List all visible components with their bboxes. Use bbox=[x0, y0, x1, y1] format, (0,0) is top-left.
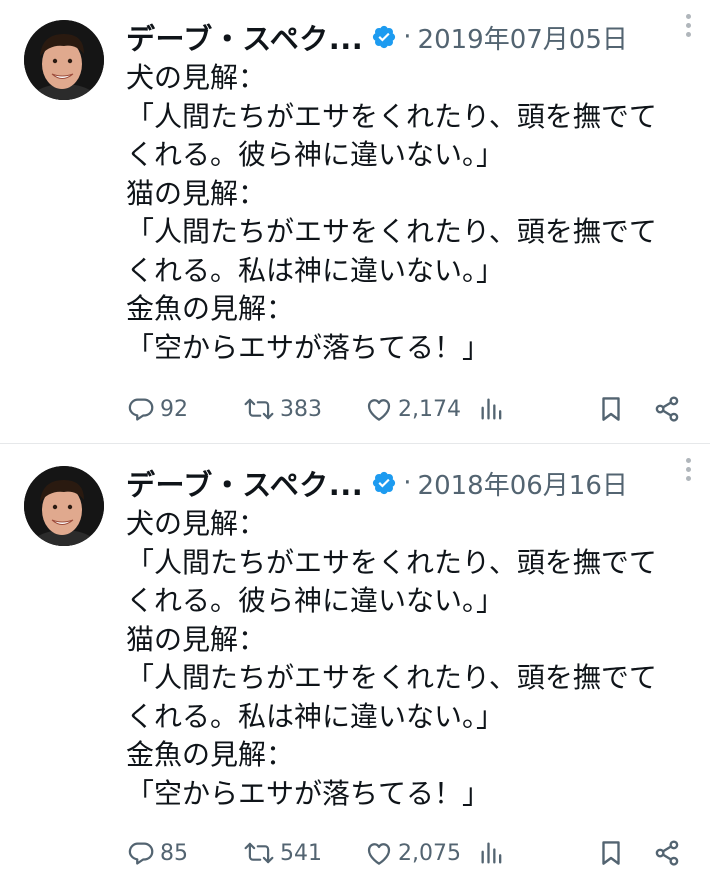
reply-button[interactable]: 85 bbox=[126, 831, 188, 875]
tweet-line: 「空からエサが落ちてる！」 bbox=[126, 776, 491, 810]
reply-button[interactable]: 92 bbox=[126, 387, 188, 431]
views-icon bbox=[481, 842, 502, 864]
tweet-text: 犬の見解： 「人間たちがエサをくれたり、頭を撫でて くれる。彼ら神に違いない。」… bbox=[126, 59, 696, 367]
tweet-line: 猫の見解： bbox=[126, 176, 267, 210]
tweet-content: デーブ・スペク... · 2018年06月16日 犬の見解： 「人間たちがエサを… bbox=[126, 460, 696, 813]
tweet-line: 犬の見解： bbox=[126, 507, 267, 540]
more-icon[interactable] bbox=[676, 454, 700, 484]
retweet-count: 383 bbox=[280, 396, 322, 422]
bookmark-icon bbox=[602, 397, 620, 421]
author-name[interactable]: デーブ・スペク... bbox=[126, 16, 363, 58]
tweet-line: 「人間たちがエサをくれたり、頭を撫でて bbox=[126, 661, 657, 694]
reply-icon bbox=[128, 398, 154, 421]
tweet-content: デーブ・スペク... · 2019年07月05日 犬の見解： 「人間たちがエサを… bbox=[126, 14, 696, 367]
retweet-count: 541 bbox=[280, 840, 322, 866]
tweet-line: 「人間たちがエサをくれたり、頭を撫でて bbox=[126, 215, 657, 248]
verified-badge-icon bbox=[371, 470, 397, 496]
reply-count: 85 bbox=[160, 840, 188, 866]
tweet-line: くれる。彼ら神に違いない。」 bbox=[126, 138, 505, 171]
tweet-text: 犬の見解： 「人間たちがエサをくれたり、頭を撫でて くれる。彼ら神に違いない。」… bbox=[126, 505, 696, 813]
views-button[interactable] bbox=[478, 387, 506, 431]
tweet-card[interactable]: デーブ・スペク... · 2018年06月16日 犬の見解： 「人間たちがエサを… bbox=[0, 443, 710, 887]
views-icon bbox=[481, 398, 502, 420]
retweet-button[interactable]: 383 bbox=[242, 387, 322, 431]
author-name[interactable]: デーブ・スペク... bbox=[126, 462, 363, 504]
like-icon bbox=[367, 843, 391, 865]
share-icon bbox=[655, 396, 679, 422]
tweet-line: 犬の見解： bbox=[126, 61, 267, 94]
tweet-line: くれる。彼ら神に違いない。」 bbox=[126, 584, 505, 617]
retweet-icon bbox=[244, 842, 274, 864]
bookmark-icon bbox=[602, 841, 620, 865]
reply-icon bbox=[128, 842, 154, 865]
tweet-card[interactable]: デーブ・スペク... · 2019年07月05日 犬の見解： 「人間たちがエサを… bbox=[0, 0, 710, 443]
like-button[interactable]: 2,174 bbox=[364, 387, 461, 431]
views-button[interactable] bbox=[478, 831, 506, 875]
tweet-line: 「空からエサが落ちてる！」 bbox=[126, 330, 491, 364]
share-button[interactable] bbox=[652, 387, 682, 431]
reply-count: 92 bbox=[160, 396, 188, 422]
tweet-feed: デーブ・スペク... · 2019年07月05日 犬の見解： 「人間たちがエサを… bbox=[0, 0, 710, 887]
avatar[interactable] bbox=[24, 20, 104, 100]
header-separator: · bbox=[403, 468, 412, 498]
tweet-actions: 92 383 2,174 bbox=[126, 387, 710, 431]
tweet-line: 金魚の見解： bbox=[126, 292, 295, 325]
retweet-button[interactable]: 541 bbox=[242, 831, 322, 875]
header-separator: · bbox=[403, 22, 412, 52]
tweet-date[interactable]: 2019年07月05日 bbox=[418, 19, 628, 56]
tweet-line: 猫の見解： bbox=[126, 622, 267, 656]
tweet-line: 「人間たちがエサをくれたり、頭を撫でて bbox=[126, 99, 657, 133]
tweet-line: くれる。私は神に違いない。」 bbox=[126, 699, 505, 733]
tweet-date[interactable]: 2018年06月16日 bbox=[418, 465, 628, 502]
tweet-line: くれる。私は神に違いない。」 bbox=[126, 253, 505, 287]
tweet-line: 金魚の見解： bbox=[126, 738, 295, 771]
avatar[interactable] bbox=[24, 466, 104, 546]
like-count: 2,174 bbox=[398, 396, 461, 422]
like-count: 2,075 bbox=[398, 840, 461, 866]
tweet-header: デーブ・スペク... · 2018年06月16日 bbox=[126, 460, 696, 506]
tweet-header: デーブ・スペク... · 2019年07月05日 bbox=[126, 14, 696, 60]
share-button[interactable] bbox=[652, 831, 682, 875]
verified-badge-icon bbox=[371, 24, 397, 50]
more-icon[interactable] bbox=[676, 10, 700, 40]
like-icon bbox=[367, 399, 391, 421]
like-button[interactable]: 2,075 bbox=[364, 831, 461, 875]
share-icon bbox=[655, 840, 679, 866]
bookmark-button[interactable] bbox=[596, 831, 626, 875]
tweet-line: 「人間たちがエサをくれたり、頭を撫でて bbox=[126, 545, 657, 579]
tweet-actions: 85 541 2,075 bbox=[126, 831, 710, 875]
retweet-icon bbox=[244, 398, 274, 420]
bookmark-button[interactable] bbox=[596, 387, 626, 431]
